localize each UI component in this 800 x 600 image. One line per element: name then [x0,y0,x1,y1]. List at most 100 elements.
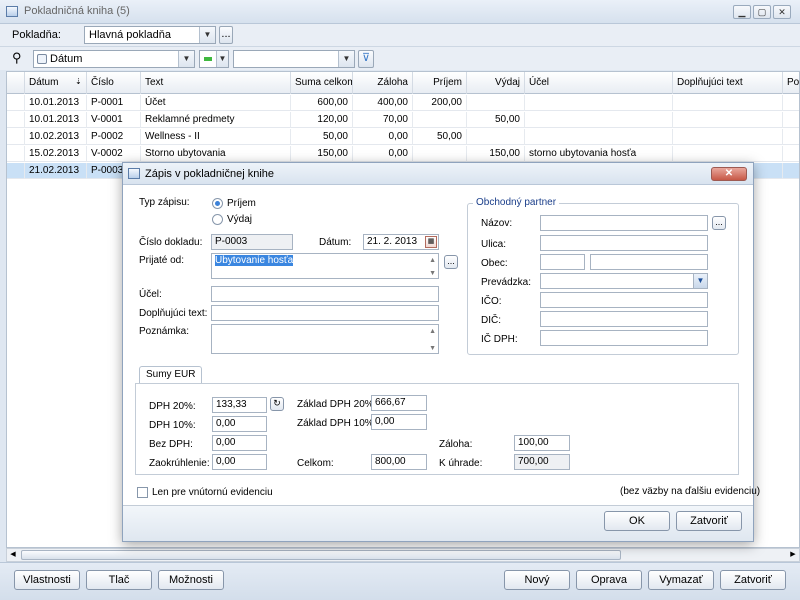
base20-field[interactable]: 666,67 [371,395,427,411]
column-header[interactable]: Text [141,72,291,94]
column-header[interactable]: Záloha [353,72,413,94]
extra-text-field[interactable] [211,305,439,321]
column-header[interactable]: Doplňujúci text [673,72,783,94]
filter-field-value: Dátum [50,53,83,65]
vat20-field[interactable]: 133,33 [212,397,267,413]
tab-sums-eur[interactable]: Sumy EUR [139,366,203,384]
filter-bar: ⚲ Dátum ▼ ▼ ▼ ⊽ [0,46,800,70]
dialog-title: Zápis v pokladničnej knihe [145,168,275,180]
recalculate-icon[interactable]: ↻ [270,397,284,411]
partner-icdph-field[interactable] [540,330,708,346]
partner-branch-select[interactable]: ▼ [540,273,708,289]
doc-no-field[interactable]: P-0003 [211,234,293,250]
to-pay-field: 700,00 [514,454,570,470]
base10-field[interactable]: 0,00 [371,414,427,430]
table-row[interactable]: 10.02.2013 P-0002 Wellness - II 50,00 0,… [7,129,799,145]
table-row[interactable]: 15.02.2013 V-0002 Storno ubytovania 150,… [7,146,799,162]
ok-button[interactable]: OK [604,511,670,531]
calendar-icon[interactable]: ▦ [425,236,437,248]
base10-label: Základ DPH 10%: [297,418,377,429]
options-button[interactable]: Možnosti [158,570,224,590]
column-header[interactable]: Výdaj [467,72,525,94]
vat10-label: DPH 10%: [149,420,196,431]
advance-field[interactable]: 100,00 [514,435,570,451]
received-from-label: Prijaté od: [139,255,185,266]
type-expense-radio[interactable] [212,214,223,225]
cashbox-value: Hlavná pokladňa [89,29,171,41]
internal-only-checkbox[interactable] [137,487,148,498]
partner-icdph-label: IČ DPH: [481,334,518,345]
filter-funnel-icon[interactable]: ⊽ [358,50,374,68]
scroll-left-icon[interactable]: ◀ [7,549,19,561]
cashbox-more-button[interactable]: ... [219,26,233,44]
partner-city-field[interactable] [590,254,708,270]
chevron-down-icon: ▼ [338,51,354,67]
partner-group-title: Obchodný partner [473,197,560,208]
binoculars-icon[interactable]: ⚲ [12,50,22,66]
filter-field-select[interactable]: Dátum ▼ [33,50,195,68]
horizontal-scrollbar[interactable]: ◀ ▶ [6,548,800,562]
maximize-button[interactable]: ▢ [753,5,771,19]
received-from-more-button[interactable]: ... [444,255,458,269]
filter-operator-select[interactable]: ▼ [199,50,229,68]
close-window-button[interactable]: ✕ [773,5,791,19]
partner-city-label: Obec: [481,258,508,269]
partner-name-field[interactable] [540,215,708,231]
print-button[interactable]: Tlač [86,570,152,590]
cashbox-label: Pokladňa: [12,29,61,41]
scroll-thumb[interactable] [21,550,621,560]
scroll-up-icon[interactable]: ▲ [429,325,436,339]
scroll-right-icon[interactable]: ▶ [787,549,799,561]
novat-field[interactable]: 0,00 [212,435,267,451]
field-icon [37,54,47,64]
column-header[interactable]: Príjem [413,72,467,94]
filter-value-input[interactable]: ▼ [233,50,355,68]
type-label: Typ zápisu: [139,197,190,208]
table-row[interactable]: 10.01.2013 P-0001 Účet 600,00 400,00 200… [7,95,799,111]
minimize-button[interactable]: ▁ [733,5,751,19]
type-income-radio[interactable] [212,198,223,209]
purpose-label: Účel: [139,289,162,300]
properties-button[interactable]: Vlastnosti [14,570,80,590]
to-pay-label: K úhrade: [439,458,483,469]
vat20-label: DPH 20%: [149,401,196,412]
chevron-down-icon: ▼ [216,51,228,67]
dialog-titlebar: Zápis v pokladničnej knihe ✕ [123,163,753,185]
partner-zip-field[interactable] [540,254,585,270]
new-button[interactable]: Nový [504,570,570,590]
cashbox-select[interactable]: Hlavná pokladňa ▼ [84,26,216,44]
dialog-close-button[interactable]: Zatvoriť [676,511,742,531]
received-from-field[interactable]: Ubytovanie hosťa ▲ ▼ [211,253,439,279]
row-indicator-header [7,72,25,94]
date-label: Dátum: [319,237,352,248]
edit-button[interactable]: Oprava [576,570,642,590]
column-header[interactable]: Účel [525,72,673,94]
close-button[interactable]: Zatvoriť [720,570,786,590]
note-field[interactable]: ▲ ▼ [211,324,439,354]
scroll-up-icon[interactable]: ▲ [429,254,436,268]
date-field[interactable]: 21. 2. 2013 ▦ [363,234,439,250]
grid-header: Dátum ⇣ Číslo Text Suma celkom Záloha Pr… [7,72,799,94]
table-row[interactable]: 10.01.2013 V-0001 Reklamné predmety 120,… [7,112,799,128]
partner-ico-field[interactable] [540,292,708,308]
column-header[interactable]: Suma celkom [291,72,353,94]
purpose-field[interactable] [211,286,439,302]
base20-label: Základ DPH 20%: [297,399,377,410]
partner-more-button[interactable]: ... [712,216,726,230]
cashbox-bar: Pokladňa: Hlavná pokladňa ▼ ... [0,24,800,46]
partner-dic-label: DIČ: [481,315,501,326]
column-header[interactable]: Po [783,72,799,94]
column-header[interactable]: Číslo [87,72,141,94]
total-label: Celkom: [297,458,334,469]
partner-street-field[interactable] [540,235,708,251]
partner-dic-field[interactable] [540,311,708,327]
cashbook-entry-dialog: Zápis v pokladničnej knihe ✕ Typ zápisu:… [122,162,760,542]
close-icon[interactable]: ✕ [711,167,747,181]
vat10-field[interactable]: 0,00 [212,416,267,432]
rounding-field[interactable]: 0,00 [212,454,267,470]
delete-button[interactable]: Vymazať [648,570,714,590]
window-title: Pokladničná kniha (5) [24,5,130,17]
scroll-down-icon[interactable]: ▼ [429,267,436,278]
total-field[interactable]: 800,00 [371,454,427,470]
scroll-down-icon[interactable]: ▼ [429,342,436,353]
